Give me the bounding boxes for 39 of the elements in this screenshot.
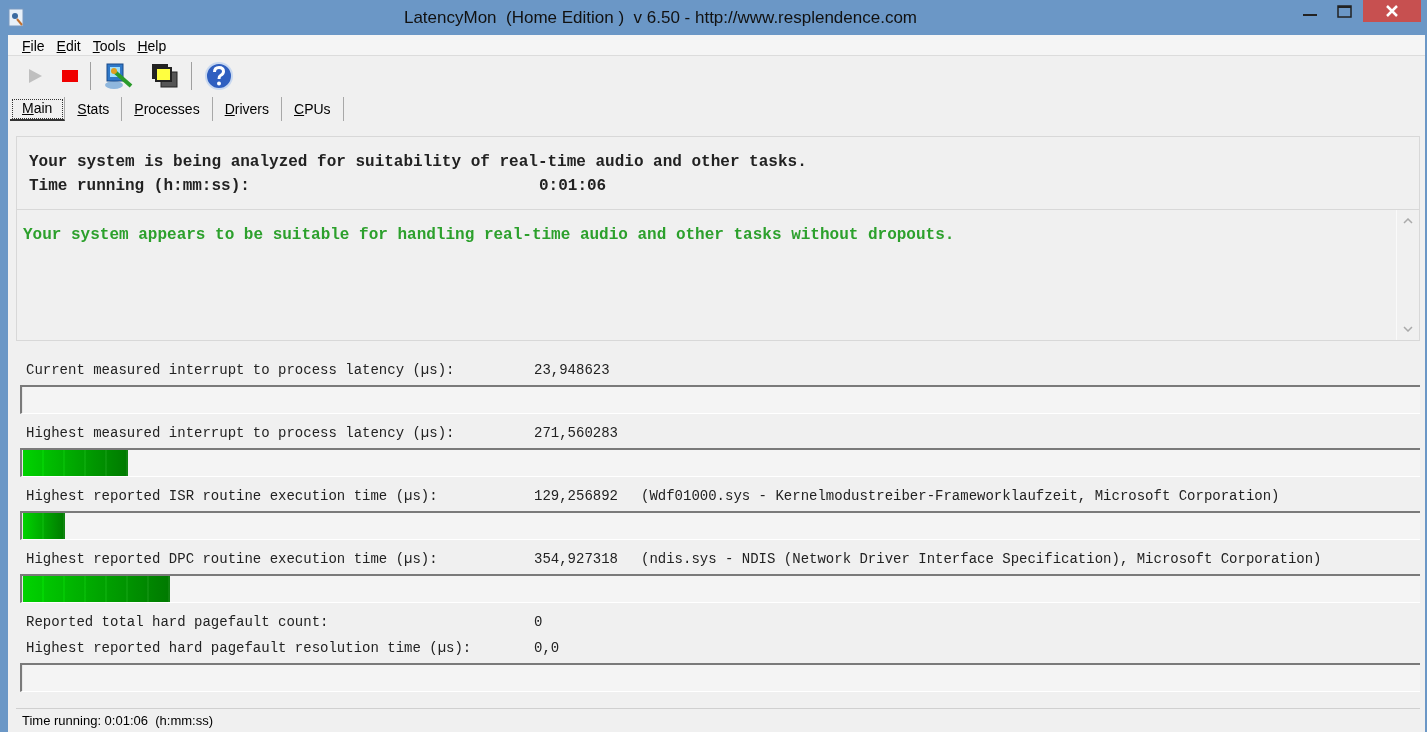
metric-value: 23,948623 — [534, 362, 611, 378]
metric-value: 271,560283 — [534, 425, 619, 441]
close-button[interactable] — [1363, 0, 1421, 22]
stop-icon — [62, 70, 78, 82]
time-label: Time running (h:mm:ss): — [29, 177, 251, 195]
menu-item[interactable]: Help — [133, 38, 171, 54]
analysis-message: Your system is being analyzed for suitability of real-time audio and other tasks. — [29, 153, 808, 171]
metric-value: 354,927318 — [534, 551, 619, 567]
tab[interactable]: CPUs — [282, 97, 344, 121]
menu-item[interactable]: Edit — [52, 38, 85, 54]
tab[interactable]: Processes — [122, 97, 213, 121]
tab[interactable]: Main — [10, 97, 66, 121]
metric-label: Highest reported ISR routine execution time (µs): — [26, 488, 439, 504]
help-icon — [204, 61, 234, 91]
tab[interactable]: Stats — [65, 97, 123, 121]
metric-detail: (Wdf01000.sys - Kernelmodustreiber-Frameworklaufzeit, Microsoft Corporation) — [641, 488, 1281, 504]
metric-value: 0,0 — [534, 640, 561, 656]
metric-label: Highest reported hard pagefault resolution time (µs): — [26, 640, 473, 656]
menu-item[interactable]: File — [18, 38, 49, 54]
menu-item[interactable]: Tools — [88, 38, 130, 54]
metric-value: 0 — [534, 614, 544, 630]
metric-label: Highest reported DPC routine execution time (µs): — [26, 551, 439, 567]
computer-wrench-icon — [103, 62, 133, 90]
metric-label: Highest measured interrupt to process latency (µs): — [26, 425, 456, 441]
metric-detail: (ndis.sys - NDIS (Network Driver Interface Specification), Microsoft Corporation) — [641, 551, 1323, 567]
close-icon — [1385, 5, 1399, 17]
window-title: LatencyMon (Home Edition ) v 6.50 - http://www.resplendence.com — [402, 7, 919, 28]
metric-label: Reported total hard pagefault count: — [26, 614, 330, 630]
app-icon — [8, 7, 26, 28]
windows-icon — [151, 63, 179, 89]
minimize-icon — [1303, 14, 1317, 16]
metric-label: Current measured interrupt to process latency (µs): — [26, 362, 456, 378]
metric-value: 129,256892 — [534, 488, 619, 504]
play-icon — [26, 67, 44, 85]
maximize-icon — [1336, 4, 1352, 18]
verdict-message: Your system appears to be suitable for handling real-time audio and other tasks without dropouts. — [22, 225, 956, 246]
time-value: 0:01:06 — [539, 177, 608, 195]
tab[interactable]: Drivers — [212, 97, 282, 121]
status-bar: Time running: 0:01:06 (h:mm:ss) — [16, 708, 1420, 732]
